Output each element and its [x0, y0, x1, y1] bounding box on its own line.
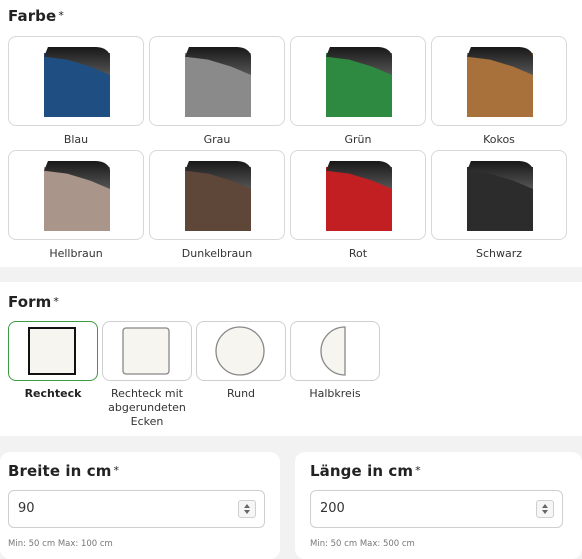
color-option-gruen[interactable]: Grün: [290, 36, 426, 146]
mat-image-kokos: [467, 47, 533, 117]
mat-image-blau: [44, 47, 110, 117]
color-label: Grau: [203, 133, 231, 146]
shape-box: [8, 321, 98, 381]
form-title: Form *: [8, 293, 59, 311]
color-option-grau[interactable]: Grau: [149, 36, 285, 146]
shape-box: [290, 321, 380, 381]
shape-box: [102, 321, 192, 381]
color-label: Rot: [348, 247, 368, 260]
swatch-box: [8, 36, 144, 126]
shape-option-halbkreis[interactable]: Halbkreis: [290, 321, 380, 401]
mat-image-rot: [326, 161, 392, 231]
farbe-section: Farbe * Blau Grau Grün Kokos Hellbraun D…: [0, 0, 582, 267]
color-option-dunkelbraun[interactable]: Dunkelbraun: [149, 150, 285, 260]
laenge-input[interactable]: 200: [310, 490, 563, 528]
swatch-box: [290, 150, 426, 240]
swatch-box: [149, 150, 285, 240]
rounded-rectangle-icon: [122, 327, 170, 375]
shape-label: Rund: [226, 387, 256, 400]
spinner-up-icon[interactable]: [244, 504, 250, 508]
color-label: Blau: [63, 133, 89, 146]
shape-box: [196, 321, 286, 381]
shape-label: Halbkreis: [309, 387, 361, 400]
breite-card: Breite in cm * 90 Min: 50 cm Max: 100 cm: [0, 452, 280, 559]
spinner-down-icon[interactable]: [542, 510, 548, 514]
spinner-up-icon[interactable]: [542, 504, 548, 508]
half-circle-icon: [320, 326, 346, 376]
laenge-hint: Min: 50 cm Max: 500 cm: [310, 539, 415, 549]
swatch-box: [290, 36, 426, 126]
breite-value: 90: [18, 501, 35, 516]
spinner-down-icon[interactable]: [244, 510, 250, 514]
mat-image-dunkelbraun: [185, 161, 251, 231]
laenge-card: Länge in cm * 200 Min: 50 cm Max: 500 cm: [295, 452, 582, 559]
swatch-box: [8, 150, 144, 240]
breite-hint: Min: 50 cm Max: 100 cm: [8, 539, 113, 549]
mat-image-schwarz: [467, 161, 533, 231]
breite-input[interactable]: 90: [8, 490, 265, 528]
shape-option-rechteck-abgerundet[interactable]: Rechteck mit abgerundeten Ecken: [102, 321, 192, 429]
shape-label: Rechteck mit abgerundeten Ecken: [108, 387, 186, 428]
breite-spinner[interactable]: [238, 500, 256, 518]
rectangle-icon: [28, 327, 76, 375]
color-option-blau[interactable]: Blau: [8, 36, 144, 146]
mat-image-grau: [185, 47, 251, 117]
color-label: Hellbraun: [49, 247, 103, 260]
mat-image-hellbraun: [44, 161, 110, 231]
color-option-schwarz[interactable]: Schwarz: [431, 150, 567, 260]
color-option-rot[interactable]: Rot: [290, 150, 426, 260]
color-label: Schwarz: [475, 247, 523, 260]
laenge-spinner[interactable]: [536, 500, 554, 518]
farbe-title: Farbe *: [8, 7, 64, 25]
circle-icon: [215, 326, 265, 376]
swatch-box: [149, 36, 285, 126]
swatch-box: [431, 36, 567, 126]
color-label: Kokos: [483, 133, 515, 146]
swatch-box: [431, 150, 567, 240]
form-section: Form * Rechteck Rechteck mit abgerundeten…: [0, 282, 582, 436]
laenge-title: Länge in cm *: [310, 462, 421, 480]
laenge-value: 200: [320, 501, 345, 516]
shape-option-rund[interactable]: Rund: [196, 321, 286, 401]
color-option-kokos[interactable]: Kokos: [431, 36, 567, 146]
shape-option-rechteck[interactable]: Rechteck: [8, 321, 98, 401]
breite-title: Breite in cm *: [8, 462, 120, 480]
color-label: Dunkelbraun: [181, 247, 253, 260]
mat-image-gruen: [326, 47, 392, 117]
shape-label: Rechteck: [24, 387, 82, 400]
color-option-hellbraun[interactable]: Hellbraun: [8, 150, 144, 260]
color-label: Grün: [344, 133, 372, 146]
